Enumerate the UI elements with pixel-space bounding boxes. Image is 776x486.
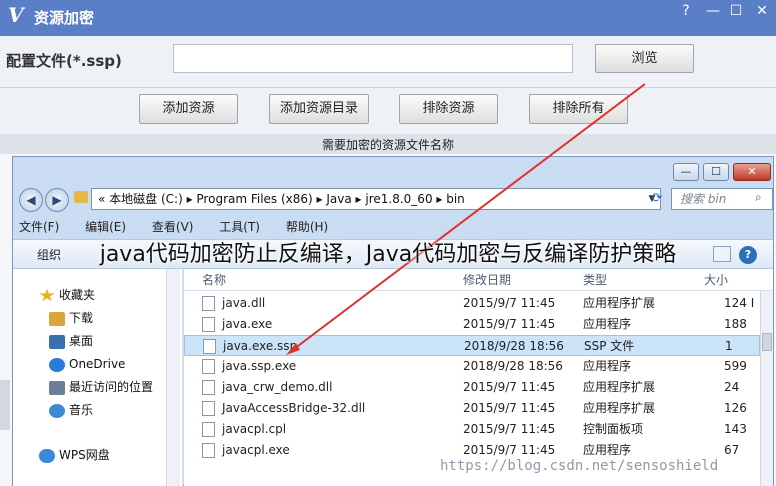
arrow-line <box>289 83 646 353</box>
overlay-title: java代码加密防止反编译，Java代码加密与反编译防护策略 <box>99 242 677 267</box>
watermark: https://blog.csdn.net/sensoshield <box>440 458 719 474</box>
